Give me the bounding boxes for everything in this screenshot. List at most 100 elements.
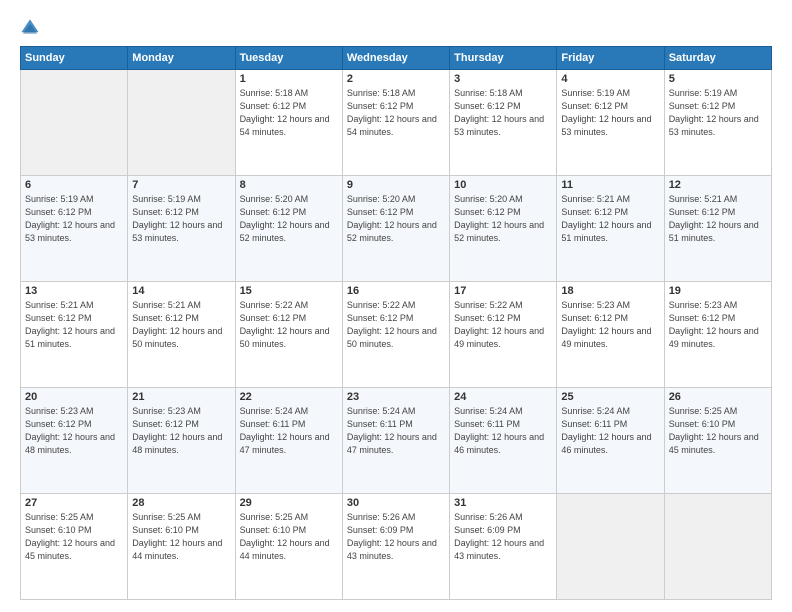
day-info: Sunrise: 5:24 AMSunset: 6:11 PMDaylight:…: [561, 405, 659, 457]
calendar-week-3: 13Sunrise: 5:21 AMSunset: 6:12 PMDayligh…: [21, 282, 772, 388]
calendar-cell: 2 Sunrise: 5:18 AMSunset: 6:12 PMDaylight…: [342, 70, 449, 176]
page: SundayMondayTuesdayWednesdayThursdayFrid…: [0, 0, 792, 612]
day-info: Sunrise: 5:19 AMSunset: 6:12 PMDaylight:…: [132, 193, 230, 245]
calendar-cell: 25 Sunrise: 5:24 AMSunset: 6:11 PMDayligh…: [557, 388, 664, 494]
day-number: 5: [669, 73, 767, 85]
day-number: 21: [132, 391, 230, 403]
day-number: 6: [25, 179, 123, 191]
weekday-header-sunday: Sunday: [21, 47, 128, 70]
day-number: 19: [669, 285, 767, 297]
calendar-week-4: 20 Sunrise: 5:23 AMSunset: 6:12 PMDayligh…: [21, 388, 772, 494]
day-info: Sunrise: 5:21 AMSunset: 6:12 PMDaylight:…: [669, 193, 767, 245]
day-info: Sunrise: 5:19 AMSunset: 6:12 PMDaylight:…: [561, 87, 659, 139]
calendar-week-2: 6 Sunrise: 5:19 AMSunset: 6:12 PMDaylight…: [21, 176, 772, 282]
calendar-cell: [128, 70, 235, 176]
day-number: 11: [561, 179, 659, 191]
day-number: 26: [669, 391, 767, 403]
calendar-cell: 26 Sunrise: 5:25 AMSunset: 6:10 PMDayligh…: [664, 388, 771, 494]
calendar-cell: 14 Sunrise: 5:21 AMSunset: 6:12 PMDayligh…: [128, 282, 235, 388]
calendar-week-5: 27Sunrise: 5:25 AMSunset: 6:10 PMDayligh…: [21, 494, 772, 600]
day-info: Sunrise: 5:18 AMSunset: 6:12 PMDaylight:…: [454, 87, 552, 139]
day-info: Sunrise: 5:25 AMSunset: 6:10 PMDaylight:…: [25, 511, 123, 563]
day-number: 25: [561, 391, 659, 403]
calendar-cell: 17Sunrise: 5:22 AMSunset: 6:12 PMDayligh…: [450, 282, 557, 388]
day-info: Sunrise: 5:20 AMSunset: 6:12 PMDaylight:…: [454, 193, 552, 245]
day-info: Sunrise: 5:22 AMSunset: 6:12 PMDaylight:…: [454, 299, 552, 351]
calendar-cell: 20 Sunrise: 5:23 AMSunset: 6:12 PMDayligh…: [21, 388, 128, 494]
calendar-cell: 9Sunrise: 5:20 AMSunset: 6:12 PMDaylight…: [342, 176, 449, 282]
calendar-cell: 12 Sunrise: 5:21 AMSunset: 6:12 PMDayligh…: [664, 176, 771, 282]
day-info: Sunrise: 5:24 AMSunset: 6:11 PMDaylight:…: [240, 405, 338, 457]
day-info: Sunrise: 5:26 AMSunset: 6:09 PMDaylight:…: [454, 511, 552, 563]
day-info: Sunrise: 5:23 AMSunset: 6:12 PMDaylight:…: [561, 299, 659, 351]
day-number: 24: [454, 391, 552, 403]
calendar-cell: 29 Sunrise: 5:25 AMSunset: 6:10 PMDayligh…: [235, 494, 342, 600]
calendar-cell: 1 Sunrise: 5:18 AMSunset: 6:12 PMDaylight…: [235, 70, 342, 176]
day-info: Sunrise: 5:24 AMSunset: 6:11 PMDaylight:…: [347, 405, 445, 457]
calendar-cell: 8 Sunrise: 5:20 AMSunset: 6:12 PMDaylight…: [235, 176, 342, 282]
day-number: 18: [561, 285, 659, 297]
calendar-cell: 6 Sunrise: 5:19 AMSunset: 6:12 PMDaylight…: [21, 176, 128, 282]
day-number: 20: [25, 391, 123, 403]
day-info: Sunrise: 5:23 AMSunset: 6:12 PMDaylight:…: [25, 405, 123, 457]
day-info: Sunrise: 5:20 AMSunset: 6:12 PMDaylight:…: [240, 193, 338, 245]
calendar-cell: 22Sunrise: 5:24 AMSunset: 6:11 PMDayligh…: [235, 388, 342, 494]
day-info: Sunrise: 5:25 AMSunset: 6:10 PMDaylight:…: [669, 405, 767, 457]
day-number: 1: [240, 73, 338, 85]
day-info: Sunrise: 5:21 AMSunset: 6:12 PMDaylight:…: [25, 299, 123, 351]
weekday-header-tuesday: Tuesday: [235, 47, 342, 70]
day-number: 31: [454, 497, 552, 509]
calendar-cell: 21Sunrise: 5:23 AMSunset: 6:12 PMDayligh…: [128, 388, 235, 494]
day-info: Sunrise: 5:24 AMSunset: 6:11 PMDaylight:…: [454, 405, 552, 457]
calendar-cell: 16Sunrise: 5:22 AMSunset: 6:12 PMDayligh…: [342, 282, 449, 388]
calendar-cell: 13Sunrise: 5:21 AMSunset: 6:12 PMDayligh…: [21, 282, 128, 388]
day-number: 4: [561, 73, 659, 85]
calendar-cell: 11 Sunrise: 5:21 AMSunset: 6:12 PMDayligh…: [557, 176, 664, 282]
calendar-cell: 24 Sunrise: 5:24 AMSunset: 6:11 PMDayligh…: [450, 388, 557, 494]
day-number: 23: [347, 391, 445, 403]
calendar-week-1: 1 Sunrise: 5:18 AMSunset: 6:12 PMDaylight…: [21, 70, 772, 176]
day-number: 7: [132, 179, 230, 191]
calendar-header-row: SundayMondayTuesdayWednesdayThursdayFrid…: [21, 47, 772, 70]
calendar-cell: 5 Sunrise: 5:19 AMSunset: 6:12 PMDaylight…: [664, 70, 771, 176]
day-info: Sunrise: 5:21 AMSunset: 6:12 PMDaylight:…: [132, 299, 230, 351]
day-info: Sunrise: 5:21 AMSunset: 6:12 PMDaylight:…: [561, 193, 659, 245]
day-info: Sunrise: 5:18 AMSunset: 6:12 PMDaylight:…: [240, 87, 338, 139]
calendar-cell: [664, 494, 771, 600]
day-info: Sunrise: 5:22 AMSunset: 6:12 PMDaylight:…: [240, 299, 338, 351]
day-info: Sunrise: 5:19 AMSunset: 6:12 PMDaylight:…: [669, 87, 767, 139]
day-info: Sunrise: 5:22 AMSunset: 6:12 PMDaylight:…: [347, 299, 445, 351]
logo: [20, 18, 44, 38]
calendar-cell: 7 Sunrise: 5:19 AMSunset: 6:12 PMDaylight…: [128, 176, 235, 282]
calendar-cell: 10 Sunrise: 5:20 AMSunset: 6:12 PMDayligh…: [450, 176, 557, 282]
day-number: 8: [240, 179, 338, 191]
day-number: 29: [240, 497, 338, 509]
weekday-header-saturday: Saturday: [664, 47, 771, 70]
day-info: Sunrise: 5:20 AMSunset: 6:12 PMDaylight:…: [347, 193, 445, 245]
calendar-cell: [557, 494, 664, 600]
day-number: 14: [132, 285, 230, 297]
calendar-cell: 23 Sunrise: 5:24 AMSunset: 6:11 PMDayligh…: [342, 388, 449, 494]
day-number: 15: [240, 285, 338, 297]
calendar-table: SundayMondayTuesdayWednesdayThursdayFrid…: [20, 46, 772, 600]
calendar-cell: 3 Sunrise: 5:18 AMSunset: 6:12 PMDaylight…: [450, 70, 557, 176]
calendar-cell: 31 Sunrise: 5:26 AMSunset: 6:09 PMDayligh…: [450, 494, 557, 600]
calendar-cell: 28 Sunrise: 5:25 AMSunset: 6:10 PMDayligh…: [128, 494, 235, 600]
calendar-cell: 19 Sunrise: 5:23 AMSunset: 6:12 PMDayligh…: [664, 282, 771, 388]
day-info: Sunrise: 5:25 AMSunset: 6:10 PMDaylight:…: [240, 511, 338, 563]
calendar-cell: 15 Sunrise: 5:22 AMSunset: 6:12 PMDayligh…: [235, 282, 342, 388]
day-number: 3: [454, 73, 552, 85]
logo-icon: [20, 18, 40, 38]
day-info: Sunrise: 5:18 AMSunset: 6:12 PMDaylight:…: [347, 87, 445, 139]
calendar-cell: 30Sunrise: 5:26 AMSunset: 6:09 PMDayligh…: [342, 494, 449, 600]
day-number: 2: [347, 73, 445, 85]
weekday-header-wednesday: Wednesday: [342, 47, 449, 70]
day-info: Sunrise: 5:19 AMSunset: 6:12 PMDaylight:…: [25, 193, 123, 245]
day-info: Sunrise: 5:23 AMSunset: 6:12 PMDaylight:…: [669, 299, 767, 351]
day-number: 10: [454, 179, 552, 191]
day-info: Sunrise: 5:25 AMSunset: 6:10 PMDaylight:…: [132, 511, 230, 563]
calendar-cell: 4 Sunrise: 5:19 AMSunset: 6:12 PMDaylight…: [557, 70, 664, 176]
day-number: 28: [132, 497, 230, 509]
day-number: 12: [669, 179, 767, 191]
calendar-cell: 18 Sunrise: 5:23 AMSunset: 6:12 PMDayligh…: [557, 282, 664, 388]
